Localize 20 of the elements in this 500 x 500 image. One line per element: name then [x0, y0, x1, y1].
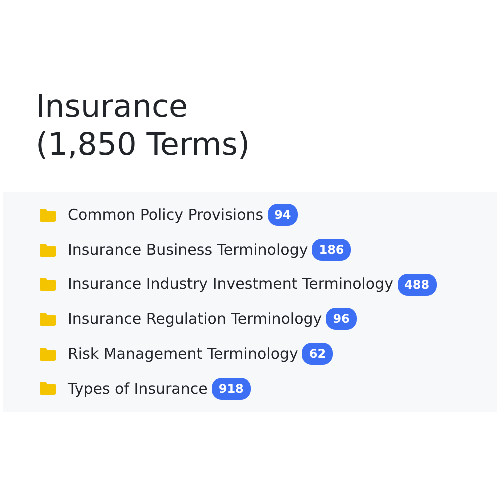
page-title: Insurance — [36, 88, 190, 126]
folder-icon — [40, 244, 56, 257]
term-count-title: (1,850 Terms) — [36, 126, 252, 164]
count-badge: 918 — [212, 378, 251, 400]
folder-icon — [40, 312, 56, 326]
folder-icon — [40, 348, 56, 361]
category-link[interactable]: Types of Insurance — [68, 378, 208, 400]
category-link[interactable]: Risk Management Terminology — [68, 342, 298, 366]
folder-icon — [40, 278, 56, 292]
count-badge: 186 — [312, 239, 352, 262]
count-badge: 488 — [398, 274, 437, 296]
folder-icon — [40, 208, 56, 222]
category-link[interactable]: Insurance Regulation Terminology — [68, 308, 322, 331]
count-badge: 96 — [326, 308, 357, 330]
count-badge: 94 — [268, 204, 298, 226]
category-link[interactable]: Insurance Industry Investment Terminology — [68, 273, 394, 296]
category-link[interactable]: Common Policy Provisions — [68, 204, 264, 227]
count-badge: 62 — [302, 343, 334, 366]
folder-icon — [40, 382, 56, 396]
category-link[interactable]: Insurance Business Terminology — [68, 238, 308, 262]
